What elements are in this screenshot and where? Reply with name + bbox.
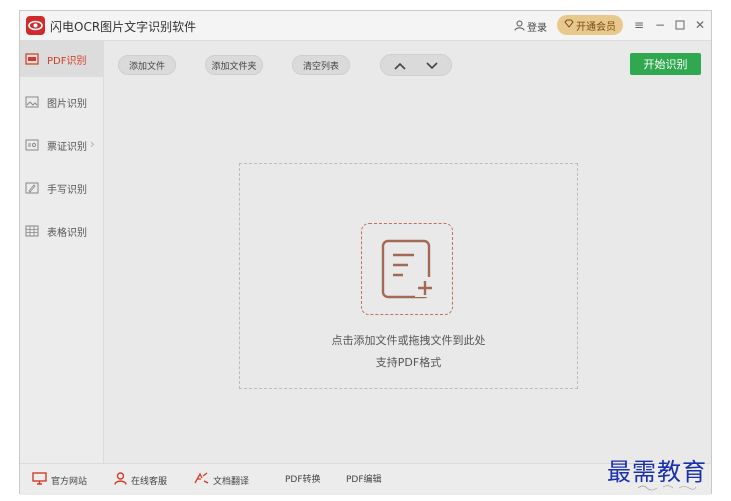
sidebar-item-label: PDF识别	[47, 55, 87, 67]
sidebar-item-table[interactable]: 表格识别	[20, 213, 103, 249]
table-icon	[25, 225, 39, 237]
handwriting-icon	[25, 182, 39, 194]
sidebar: PDF识别 图片识别 票证识别 › 手写识别 表格识别	[20, 41, 104, 463]
sidebar-item-label: 手写识别	[47, 184, 87, 196]
online-service-link[interactable]: 在线客服	[114, 472, 167, 488]
move-up-button[interactable]	[390, 58, 410, 72]
clear-list-button[interactable]: 清空列表	[292, 55, 350, 75]
user-icon	[514, 20, 525, 34]
drop-hint: 点击添加文件或拖拽文件到此处	[331, 334, 486, 347]
vip-label: 开通会员	[576, 21, 616, 33]
file-drop-zone[interactable]: 点击添加文件或拖拽文件到此处 支持PDF格式	[239, 163, 578, 389]
pdf-edit-link[interactable]: PDF编辑	[346, 472, 382, 485]
watermark-signature	[637, 483, 697, 493]
minimize-icon[interactable]: −	[653, 17, 667, 33]
add-folder-button[interactable]: 添加文件夹	[205, 55, 263, 75]
diamond-icon	[564, 19, 574, 31]
user-icon	[114, 472, 127, 488]
move-down-button[interactable]	[422, 58, 442, 72]
login-button[interactable]: 登录	[514, 19, 547, 34]
watermark-logo: 最需教育	[607, 458, 707, 486]
title-bar: 闪电OCR图片文字识别软件 登录 开通会员 ≡ − ✕	[20, 11, 711, 41]
chevron-down-icon	[426, 62, 438, 70]
start-recognition-button[interactable]: 开始识别	[630, 53, 701, 75]
chevron-right-icon: ›	[90, 137, 95, 151]
pdf-convert-link[interactable]: PDF转换	[285, 472, 321, 485]
sidebar-item-handwriting[interactable]: 手写识别	[20, 170, 103, 206]
service-label: 在线客服	[131, 476, 168, 487]
chevron-up-icon	[394, 62, 406, 70]
monitor-icon	[32, 472, 47, 488]
app-logo-icon	[26, 16, 45, 35]
app-window: 闪电OCR图片文字识别软件 登录 开通会员 ≡ − ✕ PDF识别 图片识别 票…	[19, 10, 713, 495]
add-document-icon	[361, 223, 453, 315]
sidebar-item-label: 图片识别	[47, 98, 87, 110]
toolbar: 添加文件 添加文件夹 清空列表 开始识别	[104, 41, 713, 85]
sidebar-item-label: 票证识别	[47, 141, 87, 153]
sidebar-item-image[interactable]: 图片识别	[20, 84, 103, 120]
id-card-icon	[25, 139, 39, 151]
website-label: 官方网站	[51, 476, 88, 487]
reorder-control	[380, 54, 452, 76]
image-icon	[25, 96, 39, 108]
maximize-icon[interactable]	[673, 17, 687, 33]
sidebar-item-label: 表格识别	[47, 227, 87, 239]
add-file-button[interactable]: 添加文件	[118, 55, 176, 75]
app-title: 闪电OCR图片文字识别软件	[50, 20, 197, 34]
vip-button[interactable]: 开通会员	[557, 15, 623, 35]
format-hint: 支持PDF格式	[375, 356, 442, 369]
translate-label: 文档翻译	[213, 476, 250, 487]
sidebar-item-id-card[interactable]: 票证识别 ›	[20, 127, 103, 163]
menu-icon[interactable]: ≡	[632, 17, 646, 33]
translate-icon	[193, 472, 209, 488]
login-label: 登录	[527, 23, 547, 34]
close-icon[interactable]: ✕	[693, 17, 707, 33]
official-website-link[interactable]: 官方网站	[32, 472, 87, 488]
doc-translate-link[interactable]: 文档翻译	[193, 472, 249, 488]
sidebar-item-pdf[interactable]: PDF识别	[20, 41, 103, 77]
pdf-icon	[25, 53, 39, 65]
